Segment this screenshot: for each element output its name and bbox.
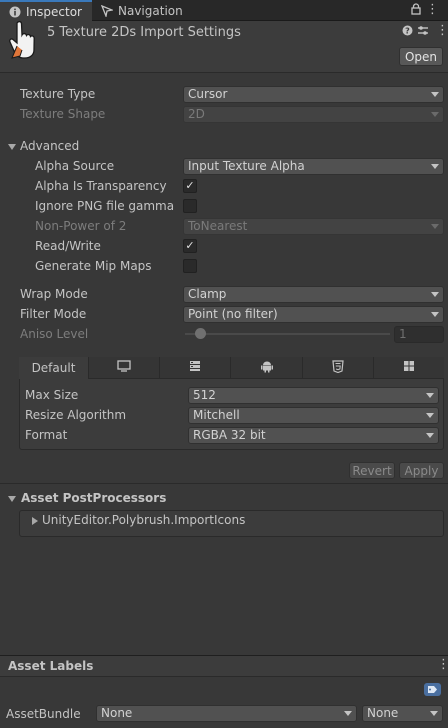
- postprocessor-expand-arrow-icon[interactable]: [32, 517, 38, 525]
- alpha-source-dropdown[interactable]: Input Texture Alpha: [183, 158, 444, 175]
- asset-bundle-variant-dropdown[interactable]: None: [362, 705, 443, 722]
- tab-webgl[interactable]: [302, 357, 374, 379]
- texture-type-dropdown[interactable]: Cursor: [183, 86, 444, 103]
- tab-windows[interactable]: [373, 357, 445, 379]
- alpha-is-transparency-label: Alpha Is Transparency: [35, 179, 167, 193]
- wrap-mode-dropdown[interactable]: Clamp: [183, 286, 444, 303]
- max-size-dropdown[interactable]: 512: [188, 387, 439, 404]
- texture-shape-dropdown: 2D: [183, 106, 444, 123]
- chevron-down-icon: [431, 312, 439, 317]
- ignore-png-gamma-checkbox[interactable]: [183, 199, 197, 213]
- alpha-is-transparency-checkbox[interactable]: ✓: [183, 179, 197, 193]
- postprocessors-foldout-arrow-icon[interactable]: [8, 496, 16, 502]
- advanced-foldout-arrow-icon[interactable]: [8, 144, 16, 150]
- asset-bundle-variant-value: None: [367, 706, 399, 720]
- texture-type-label: Texture Type: [20, 87, 96, 101]
- non-power-of-2-dropdown: ToNearest: [183, 218, 444, 235]
- context-menu-icon[interactable]: ⋮: [436, 23, 448, 38]
- chevron-down-icon: [431, 224, 439, 229]
- format-label: Format: [25, 428, 68, 442]
- generate-mip-maps-checkbox[interactable]: [183, 259, 197, 273]
- aniso-level-field: 1: [394, 326, 444, 343]
- server-icon: [189, 360, 201, 375]
- chevron-down-icon: [426, 393, 434, 398]
- asset-labels-title: Asset Labels: [8, 659, 94, 673]
- tab-server[interactable]: [160, 357, 232, 379]
- aniso-level-slider-track: [185, 333, 390, 335]
- tab-inspector-label: Inspector: [26, 4, 82, 19]
- resize-algorithm-value: Mitchell: [193, 408, 240, 422]
- wrap-mode-value: Clamp: [188, 287, 227, 301]
- tab-navigation-label: Navigation: [118, 3, 183, 18]
- android-icon: [260, 360, 273, 376]
- section-divider: [0, 483, 448, 484]
- page-title: 5 Texture 2Ds Import Settings: [47, 25, 241, 40]
- revert-button[interactable]: Revert: [349, 462, 395, 479]
- aniso-level-slider-handle: [195, 328, 206, 339]
- html5-icon: [332, 359, 344, 376]
- non-power-of-2-label: Non-Power of 2: [35, 219, 127, 233]
- texture-shape-label: Texture Shape: [20, 107, 106, 121]
- filter-mode-dropdown[interactable]: Point (no filter): [183, 306, 444, 323]
- alpha-source-value: Input Texture Alpha: [188, 159, 305, 173]
- format-value: RGBA 32 bit: [193, 428, 266, 442]
- texture-shape-value: 2D: [188, 107, 205, 121]
- resize-algorithm-label: Resize Algorithm: [25, 408, 127, 422]
- aniso-level-label: Aniso Level: [20, 327, 89, 341]
- texture-preview-hand-icon: [8, 20, 38, 60]
- advanced-foldout-label[interactable]: Advanced: [20, 139, 79, 153]
- tab-inspector[interactable]: Inspector: [0, 0, 92, 21]
- apply-button[interactable]: Apply: [399, 462, 444, 479]
- windows-icon: [403, 360, 415, 375]
- label-tag-icon[interactable]: [424, 683, 441, 696]
- chevron-down-icon: [431, 164, 439, 169]
- tab-default[interactable]: Default: [19, 357, 89, 379]
- monitor-icon: [117, 360, 131, 375]
- asset-bundle-value: None: [101, 706, 133, 720]
- chevron-down-icon: [431, 92, 439, 97]
- generate-mip-maps-label: Generate Mip Maps: [35, 259, 152, 273]
- tab-menu-icon[interactable]: ⋮: [426, 2, 439, 17]
- texture-type-value: Cursor: [188, 87, 228, 101]
- chevron-down-icon: [430, 711, 438, 716]
- tab-navigation[interactable]: Navigation: [100, 0, 200, 21]
- window-tab-bar: Inspector Navigation ⋮: [0, 0, 448, 21]
- help-icon[interactable]: ?: [402, 25, 413, 39]
- postprocessor-item[interactable]: UnityEditor.Polybrush.ImportIcons: [42, 513, 245, 527]
- format-dropdown[interactable]: RGBA 32 bit: [188, 427, 439, 444]
- asset-bundle-label: AssetBundle: [6, 707, 81, 721]
- resize-algorithm-dropdown[interactable]: Mitchell: [188, 407, 439, 424]
- chevron-down-icon: [431, 112, 439, 117]
- svg-text:?: ?: [405, 27, 410, 36]
- lock-icon[interactable]: [411, 3, 421, 18]
- non-power-of-2-value: ToNearest: [188, 219, 248, 233]
- read-write-checkbox[interactable]: ✓: [183, 239, 197, 253]
- tab-android[interactable]: [231, 357, 303, 379]
- filter-mode-value: Point (no filter): [188, 307, 278, 321]
- ignore-png-gamma-label: Ignore PNG file gamma: [35, 199, 175, 213]
- wrap-mode-label: Wrap Mode: [20, 287, 88, 301]
- navigation-icon: [100, 4, 114, 18]
- platform-tabs: Default: [19, 357, 445, 379]
- open-button[interactable]: Open: [399, 47, 443, 66]
- asset-bundle-dropdown[interactable]: None: [96, 705, 357, 722]
- chevron-down-icon: [426, 413, 434, 418]
- preset-icon[interactable]: [417, 25, 429, 39]
- postprocessors-title[interactable]: Asset PostProcessors: [21, 491, 166, 505]
- alpha-source-label: Alpha Source: [35, 159, 115, 173]
- max-size-value: 512: [193, 388, 216, 402]
- tab-standalone[interactable]: [89, 357, 161, 379]
- chevron-down-icon: [431, 292, 439, 297]
- filter-mode-label: Filter Mode: [20, 307, 87, 321]
- info-icon: [8, 5, 22, 19]
- chevron-down-icon: [426, 433, 434, 438]
- chevron-down-icon: [344, 711, 352, 716]
- asset-labels-menu-icon[interactable]: ⋮: [437, 657, 448, 672]
- max-size-label: Max Size: [25, 388, 79, 402]
- read-write-label: Read/Write: [35, 239, 101, 253]
